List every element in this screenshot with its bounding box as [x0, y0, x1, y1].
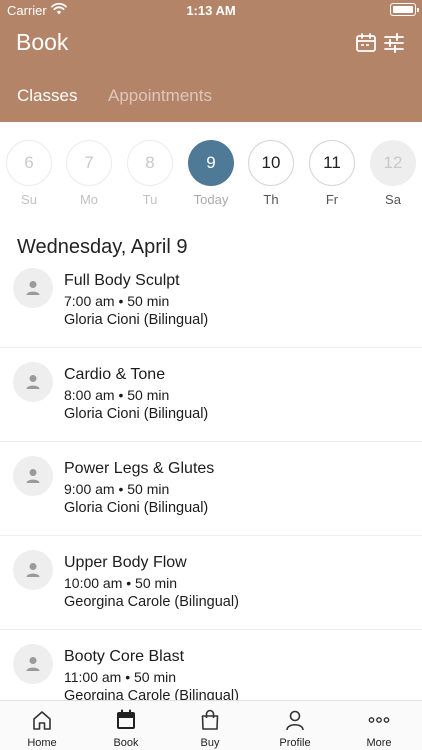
date-chip-6[interactable]: 6 Su — [6, 140, 52, 207]
date-weekday: Fr — [325, 192, 339, 207]
person-icon — [26, 563, 40, 577]
person-icon — [26, 657, 40, 671]
class-name: Cardio & Tone — [64, 366, 166, 383]
class-row[interactable]: Cardio & Tone 8:00 am • 50 min Gloria Ci… — [0, 348, 422, 442]
class-row[interactable]: Upper Body Flow 10:00 am • 50 min Georgi… — [0, 536, 422, 630]
avatar — [13, 362, 53, 402]
filter-icon[interactable] — [383, 32, 405, 54]
avatar — [13, 550, 53, 590]
class-name: Booty Core Blast — [64, 648, 185, 665]
date-weekday: Su — [21, 192, 37, 207]
more-icon — [368, 717, 390, 723]
date-weekday: Today — [193, 192, 229, 207]
tabbar-profile[interactable]: Profile — [253, 701, 337, 750]
tabbar-label: Buy — [200, 737, 220, 749]
class-instructor: Georgina Carole (Bilingual) — [64, 688, 239, 700]
class-name: Full Body Sculpt — [64, 272, 180, 289]
class-row[interactable]: Booty Core Blast 11:00 am • 50 min Georg… — [0, 630, 422, 700]
tab-appointments[interactable]: Appointments — [108, 86, 212, 106]
page-title: Book — [16, 29, 69, 55]
date-number: 12 — [370, 140, 416, 186]
class-time: 11:00 am • 50 min — [64, 669, 177, 685]
tabbar-buy[interactable]: Buy — [168, 701, 252, 750]
class-list: Full Body Sculpt 7:00 am • 50 min Gloria… — [0, 254, 422, 700]
date-strip: 6 Su 7 Mo 8 Tu 9 Today 10 Th 11 Fr 12 Sa — [0, 140, 422, 210]
date-weekday: Sa — [385, 192, 401, 207]
date-chip-7[interactable]: 7 Mo — [66, 140, 112, 207]
date-chip-8[interactable]: 8 Tu — [127, 140, 173, 207]
date-number: 8 — [127, 140, 173, 186]
date-number: 11 — [309, 140, 355, 186]
battery-icon — [390, 3, 419, 16]
calendar-icon — [117, 709, 135, 729]
class-row[interactable]: Full Body Sculpt 7:00 am • 50 min Gloria… — [0, 254, 422, 348]
class-instructor: Georgina Carole (Bilingual) — [64, 594, 239, 610]
class-instructor: Gloria Cioni (Bilingual) — [64, 500, 209, 516]
header: Carrier 1:13 AM Book Classes Appointment… — [0, 0, 422, 122]
avatar — [13, 644, 53, 684]
person-icon — [26, 281, 40, 295]
tab-bar: Home Book Buy Profile More — [0, 700, 422, 750]
date-chip-12[interactable]: 12 Sa — [370, 140, 416, 207]
person-icon — [26, 375, 40, 389]
person-icon — [26, 469, 40, 483]
tabbar-label: Home — [27, 737, 57, 749]
date-weekday: Tu — [142, 192, 158, 207]
class-time: 9:00 am • 50 min — [64, 481, 170, 497]
shopping-bag-icon — [201, 709, 219, 730]
class-instructor: Gloria Cioni (Bilingual) — [64, 312, 209, 328]
person-icon — [286, 710, 304, 731]
tabbar-more[interactable]: More — [337, 701, 421, 750]
clock: 1:13 AM — [186, 3, 236, 18]
home-icon — [33, 711, 51, 730]
date-weekday: Mo — [79, 192, 99, 207]
date-chip-9[interactable]: 9 Today — [188, 140, 234, 207]
date-number: 6 — [6, 140, 52, 186]
class-time: 10:00 am • 50 min — [64, 575, 178, 591]
tabbar-label: More — [366, 737, 392, 749]
date-number: 9 — [188, 140, 234, 186]
date-number: 7 — [66, 140, 112, 186]
date-number: 10 — [248, 140, 294, 186]
date-chip-11[interactable]: 11 Fr — [309, 140, 355, 207]
class-name: Upper Body Flow — [64, 554, 187, 571]
tabbar-home[interactable]: Home — [0, 701, 84, 750]
tabbar-label: Book — [113, 737, 139, 749]
tabbar-book[interactable]: Book — [84, 701, 168, 750]
class-instructor: Gloria Cioni (Bilingual) — [64, 406, 209, 422]
class-row[interactable]: Power Legs & Glutes 9:00 am • 50 min Glo… — [0, 442, 422, 536]
status-bar: Carrier 1:13 AM — [0, 0, 422, 20]
date-chip-10[interactable]: 10 Th — [248, 140, 294, 207]
avatar — [13, 456, 53, 496]
class-time: 8:00 am • 50 min — [64, 387, 170, 403]
calendar-icon[interactable] — [355, 32, 377, 54]
tab-classes[interactable]: Classes — [17, 86, 77, 106]
tabbar-label: Profile — [279, 737, 311, 749]
class-time: 7:00 am • 50 min — [64, 293, 170, 309]
class-name: Power Legs & Glutes — [64, 460, 215, 477]
avatar — [13, 268, 53, 308]
date-weekday: Th — [263, 192, 279, 207]
